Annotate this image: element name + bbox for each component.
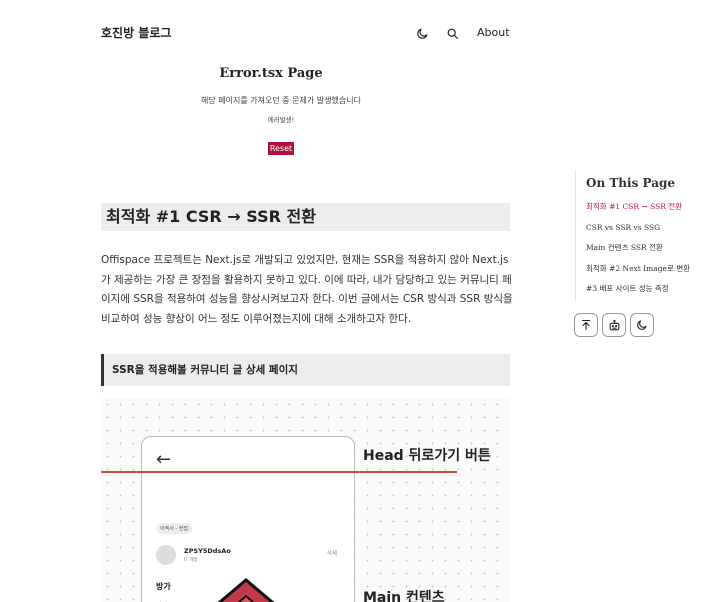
- annotation-line: [101, 471, 457, 473]
- about-link[interactable]: About: [477, 26, 510, 39]
- toc-actions: [574, 313, 654, 337]
- toc-item[interactable]: 최적화 #2 Next Image로 변환: [586, 259, 709, 280]
- toc-item[interactable]: #3 배포 사이트 성능 측정: [586, 279, 709, 300]
- robot-icon: [609, 319, 619, 330]
- search-icon[interactable]: [443, 24, 461, 42]
- phone-post-title: 방가: [156, 582, 171, 591]
- article-heading: 최적화 #1 CSR → SSR 전환: [101, 203, 510, 231]
- avatar: [156, 545, 176, 565]
- back-arrow-icon: ←: [156, 449, 172, 470]
- moon-icon[interactable]: [413, 24, 431, 42]
- table-of-contents: On This Page 최적화 #1 CSR → SSR 전환 CSR vs …: [575, 170, 709, 300]
- toc-item[interactable]: Main 컨텐츠 SSR 전환: [586, 238, 709, 259]
- phone-delete-label: 삭제: [327, 551, 338, 557]
- article-paragraph: Offispace 프로젝트는 Next.js로 개발되고 있었지만, 현재는 …: [101, 254, 513, 325]
- article-image: ← 아젝서 - 현접 ZPSY5DdsAo IT 개발 삭제 방가 방가 Hea…: [101, 398, 510, 602]
- site-title[interactable]: 호진방 블로그: [101, 24, 171, 41]
- theme-toggle-button[interactable]: [630, 313, 654, 337]
- annotation-main: Main 컨텐츠: [363, 590, 445, 602]
- site-header: 호진방 블로그 About: [0, 0, 709, 64]
- error-title: Error.tsx Page: [219, 66, 323, 81]
- house-illustration: [217, 578, 275, 602]
- error-panel: Error.tsx Page 해당 페이지를 가져오던 중 문제가 발생했습니다…: [101, 66, 461, 155]
- moon-icon: [637, 320, 647, 330]
- phone-username: ZPSY5DdsAo: [184, 547, 231, 555]
- error-subtext: 에러발생!: [267, 116, 295, 124]
- section-heading: SSR을 적용해볼 커뮤니티 글 상세 페이지: [101, 354, 510, 386]
- article-heading-text: 최적화 #1 CSR → SSR 전환: [106, 207, 316, 226]
- scroll-top-button[interactable]: [574, 313, 598, 337]
- section-heading-text: SSR을 적용해볼 커뮤니티 글 상세 페이지: [112, 364, 298, 376]
- chatbot-button[interactable]: [602, 313, 626, 337]
- error-message: 해당 페이지를 가져오던 중 문제가 발생했습니다: [201, 96, 361, 105]
- toc-item[interactable]: 최적화 #1 CSR → SSR 전환: [586, 197, 709, 218]
- toc-item[interactable]: CSR vs SSR vs SSG: [586, 218, 709, 239]
- toc-title: On This Page: [586, 176, 676, 190]
- phone-tag: 아젝서 - 현접: [156, 523, 192, 534]
- phone-user-role: IT 개발: [184, 558, 198, 563]
- annotation-head: Head 뒤로가기 버튼: [363, 448, 491, 464]
- reset-button[interactable]: Reset: [267, 142, 295, 155]
- arrow-up-to-top-icon: [581, 319, 591, 331]
